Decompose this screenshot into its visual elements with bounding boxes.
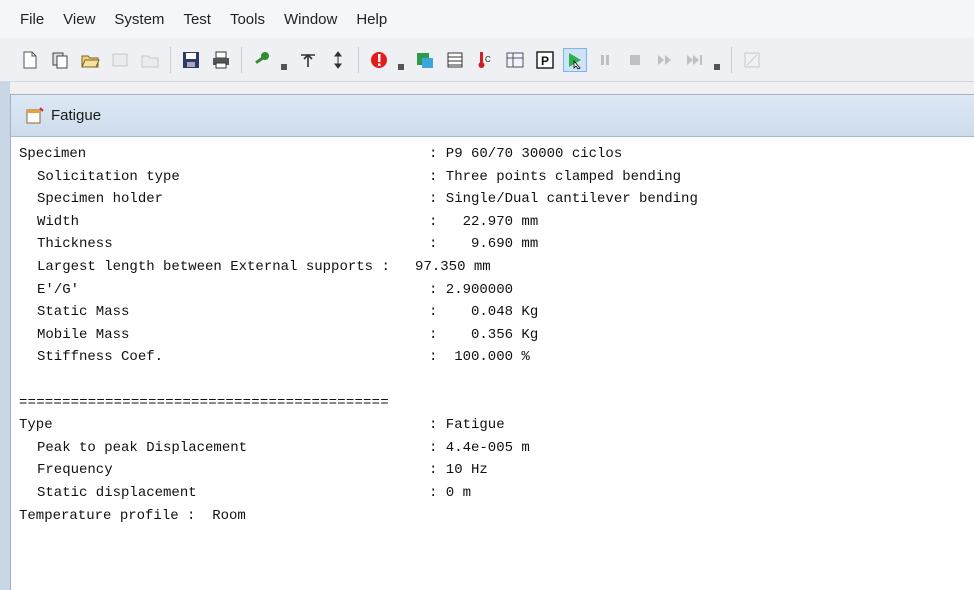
key-dropdown-icon[interactable] <box>280 48 288 72</box>
holder-label: Specimen holder <box>37 191 164 208</box>
open-icon[interactable] <box>78 48 102 72</box>
stop-dropdown-icon[interactable] <box>397 48 405 72</box>
mdi-left-edge <box>0 82 10 590</box>
stiffness-value: : 100.000 % <box>429 349 530 366</box>
new-icon[interactable] <box>18 48 42 72</box>
calendar-icon[interactable] <box>443 48 467 72</box>
menu-bar: File View System Test Tools Window Help <box>0 0 974 38</box>
edit-icon <box>108 48 132 72</box>
thickness-label: Thickness <box>37 236 113 253</box>
print-icon[interactable] <box>209 48 233 72</box>
width-value: : 22.970 mm <box>429 213 539 230</box>
solicitation-label: Solicitation type <box>37 168 180 185</box>
temperature-line: Temperature profile : Room <box>19 507 246 524</box>
holder-value: : Single/Dual cantilever bending <box>429 191 698 208</box>
specimen-label: Specimen <box>19 146 87 162</box>
report-line: Thickness : 9.690 mm <box>19 233 965 256</box>
menu-help[interactable]: Help <box>356 11 387 28</box>
fatigue-window: Fatigue Specimen : P9 60/70 30000 ciclos … <box>10 94 974 590</box>
report-line: Solicitation type : Three points clamped … <box>19 166 965 189</box>
stiffness-label: Stiffness Coef. <box>37 349 164 366</box>
report-line: Width : 22.970 mm <box>19 211 965 234</box>
menu-test[interactable]: Test <box>183 11 211 28</box>
toolbar-separator <box>170 46 171 73</box>
menu-system[interactable]: System <box>114 11 164 28</box>
mobile-mass-label: Mobile Mass <box>37 326 130 343</box>
chart-icon[interactable] <box>413 48 437 72</box>
svg-text:P: P <box>541 54 549 68</box>
p2p-label: Peak to peak Displacement <box>37 439 248 456</box>
mobile-mass-value: : 0.356 Kg <box>429 326 539 343</box>
p-icon[interactable]: P <box>533 48 557 72</box>
run-icon[interactable] <box>563 47 587 72</box>
separator-line: ========================================… <box>19 394 389 411</box>
report-line: Stiffness Coef. : 100.000 % <box>19 346 965 369</box>
menu-view[interactable]: View <box>63 11 95 28</box>
window-title: Fatigue <box>51 107 102 124</box>
blank-icon <box>740 48 764 72</box>
skip-icon <box>683 48 707 72</box>
save-icon[interactable] <box>179 48 203 72</box>
copy-icon[interactable] <box>48 48 72 72</box>
report-line: E'/G' : 2.900000 <box>19 279 965 302</box>
toolbar-separator <box>358 46 359 73</box>
p2p-value: : 4.4e-005 m <box>429 439 530 456</box>
table-icon[interactable] <box>503 48 527 72</box>
stop-square-icon <box>623 48 647 72</box>
eg-value: : 2.900000 <box>429 281 514 298</box>
report-line: Frequency : 10 Hz <box>19 459 965 482</box>
menu-file[interactable]: File <box>20 11 44 28</box>
report-line: Static displacement : 0 m <box>19 482 965 505</box>
report-line: Peak to peak Displacement : 4.4e-005 m <box>19 437 965 460</box>
frequency-value: : 10 Hz <box>429 462 488 479</box>
solicitation-value: : Three points clamped bending <box>429 168 682 185</box>
menu-window[interactable]: Window <box>284 11 337 28</box>
window-title-bar[interactable]: Fatigue <box>11 95 974 137</box>
report-line: Static Mass : 0.048 Kg <box>19 301 965 324</box>
toolbar: C P <box>0 38 974 82</box>
antenna-icon[interactable] <box>296 48 320 72</box>
eg-label: E'/G' <box>37 281 80 298</box>
menu-tools[interactable]: Tools <box>230 11 265 28</box>
static-mass-value: : 0.048 Kg <box>429 304 539 321</box>
pause-icon <box>593 48 617 72</box>
toolbar-separator <box>731 46 732 73</box>
type-label: Type <box>19 417 53 434</box>
report-line: Mobile Mass : 0.356 Kg <box>19 324 965 347</box>
updown-icon[interactable] <box>326 48 350 72</box>
static-displacement-label: Static displacement <box>37 484 197 501</box>
fast-forward-icon <box>653 48 677 72</box>
toolbar-separator <box>241 46 242 73</box>
frequency-label: Frequency <box>37 462 113 479</box>
report-text-area[interactable]: Specimen : P9 60/70 30000 ciclos Solicita… <box>11 137 973 590</box>
length-line: Largest length between External supports… <box>37 258 491 275</box>
svg-text:C: C <box>485 55 491 64</box>
stop-icon[interactable] <box>367 48 391 72</box>
report-line: Specimen : P9 60/70 30000 ciclos <box>19 143 965 166</box>
document-icon <box>25 106 45 125</box>
static-mass-label: Static Mass <box>37 304 130 321</box>
specimen-value: : P9 60/70 30000 ciclos <box>429 146 623 162</box>
report-line: Specimen holder : Single/Dual cantilever … <box>19 188 965 211</box>
width-label: Width <box>37 213 80 230</box>
static-displacement-value: : 0 m <box>429 484 472 501</box>
report-line: Type : Fatigue <box>19 414 965 437</box>
thermometer-icon[interactable]: C <box>473 48 497 72</box>
thickness-value: : 9.690 mm <box>429 236 539 253</box>
playback-dropdown-icon[interactable] <box>713 48 721 72</box>
key-icon[interactable] <box>250 48 274 72</box>
folder-icon <box>138 48 162 72</box>
type-value: : Fatigue <box>429 417 505 434</box>
